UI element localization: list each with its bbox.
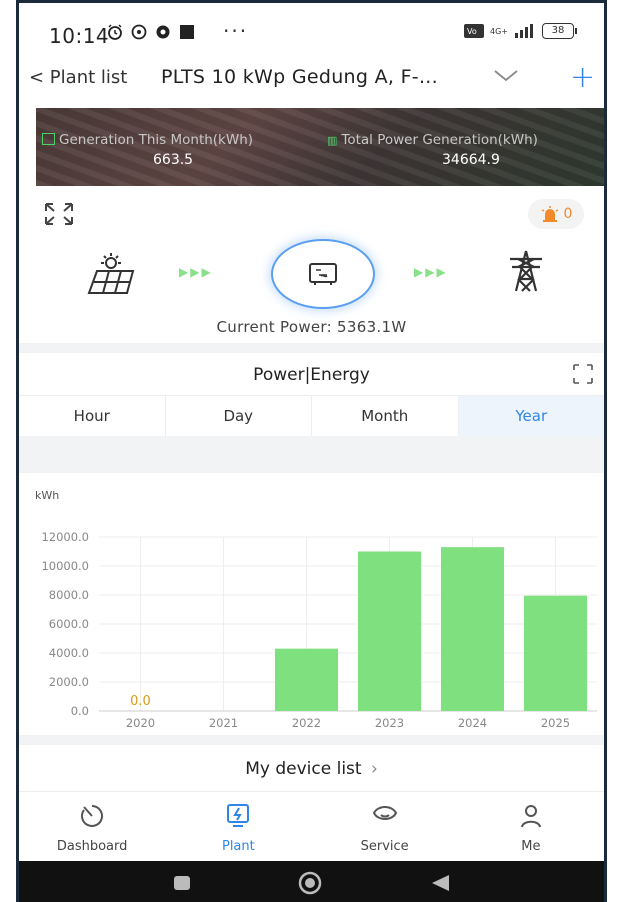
status-time: 10:14 — [49, 24, 110, 48]
right-margin — [607, 0, 621, 902]
phone-screen: 10:14 ··· Vo 4G+ 38 < Plant list PLTS 10… — [16, 0, 607, 902]
back-button[interactable] — [429, 873, 451, 893]
power-grid-tower-icon[interactable] — [504, 249, 548, 293]
bar-2023 — [357, 551, 422, 711]
top-nav: < Plant list PLTS 10 kWp Gedung A, F-...… — [19, 61, 604, 101]
energy-flow: ▶▶▶ ▶▶▶ — [19, 235, 604, 315]
alarm-clock-icon — [108, 24, 122, 40]
recents-button[interactable] — [172, 874, 192, 892]
bottom-tab-bar: Dashboard Plant Service Me — [19, 795, 604, 861]
tab-me-label: Me — [521, 839, 541, 854]
square-notification-icon — [180, 25, 194, 39]
fullscreen-icon[interactable] — [572, 363, 594, 385]
my-device-list-label: My device list — [245, 759, 362, 779]
more-notifications-dots: ··· — [223, 19, 249, 43]
system-navigation-bar — [19, 861, 604, 902]
alarm-count: 0 — [563, 206, 573, 222]
plant-icon — [227, 804, 250, 827]
left-margin — [0, 0, 16, 902]
chevron-right-icon: › — [370, 759, 378, 779]
power-energy-title: Power|Energy — [253, 365, 370, 385]
x-tick-label: 2022 — [292, 716, 321, 730]
tab-service-label: Service — [360, 839, 409, 854]
y-tick-label: 10000.0 — [41, 559, 89, 573]
tab-plant-label: Plant — [221, 839, 255, 854]
battery-charge-icon — [42, 133, 55, 145]
tab-year[interactable]: Year — [458, 396, 604, 436]
inverter-node[interactable] — [271, 239, 375, 309]
alarm-siren-icon — [541, 206, 558, 222]
my-device-list-link[interactable]: My device list › — [19, 759, 604, 779]
data-label: 0.0 — [130, 694, 151, 709]
x-tick-label: 2025 — [541, 716, 570, 730]
tab-dashboard[interactable]: Dashboard — [19, 795, 165, 861]
svg-text:Vo: Vo — [467, 27, 477, 36]
current-power: Current Power: 5363.1W — [216, 318, 407, 336]
tab-me[interactable]: Me — [458, 795, 604, 861]
service-icon — [372, 806, 397, 820]
total-generation-label: Total Power Generation(kWh) — [341, 132, 538, 148]
bar-2025 — [523, 595, 588, 711]
signal-icon — [515, 24, 533, 38]
expand-icon[interactable] — [42, 201, 76, 227]
plant-title[interactable]: PLTS 10 kWp Gedung A, F-... — [161, 66, 438, 88]
y-tick-label: 12000.0 — [41, 530, 89, 544]
period-tabs: Hour Day Month Year — [19, 395, 604, 437]
status-notification-icons — [107, 24, 195, 40]
bar-chart-icon: ▥ — [327, 134, 338, 147]
generation-month-label-wrap: Generation This Month(kWh) — [42, 132, 253, 148]
x-tick-label: 2023 — [375, 716, 404, 730]
whatsapp-icon — [131, 24, 147, 40]
generation-month-value: 663.5 — [153, 152, 194, 168]
separator — [19, 436, 604, 473]
y-tick-label: 6000.0 — [49, 617, 89, 631]
x-tick-label: 2024 — [458, 716, 487, 730]
bar-2024 — [440, 547, 505, 711]
tab-month[interactable]: Month — [312, 396, 459, 436]
tab-service[interactable]: Service — [312, 795, 458, 861]
location-icon — [156, 25, 170, 39]
energy-chart-svg: kWh 0.0 2000.0 4000.0 6000.0 8000.0 10000.0 120… — [35, 489, 597, 730]
separator — [19, 791, 604, 792]
inverter-icon — [309, 263, 337, 285]
separator — [19, 735, 604, 745]
tab-dashboard-label: Dashboard — [56, 839, 128, 854]
x-tick-label: 2021 — [209, 716, 238, 730]
me-icon — [520, 805, 541, 828]
y-axis-unit-label: kWh — [35, 489, 59, 502]
network-type: 4G+ — [490, 26, 508, 36]
add-button[interactable]: + — [570, 63, 595, 93]
plant-summary-banner: Generation This Month(kWh) ▥ Total Power … — [36, 108, 604, 186]
chevron-down-icon[interactable] — [493, 69, 519, 83]
separator — [19, 343, 604, 353]
flow-arrows-left: ▶▶▶ — [179, 265, 213, 279]
x-tick-label: 2020 — [126, 716, 155, 730]
total-generation-value: 34664.9 — [442, 152, 500, 168]
dashboard-icon — [81, 805, 104, 827]
volte-icon: Vo — [464, 24, 484, 38]
generation-month-label: Generation This Month(kWh) — [59, 132, 254, 148]
y-tick-label: 2000.0 — [49, 675, 89, 689]
bar-2022 — [274, 648, 339, 711]
status-system-icons: Vo 4G+ 38 — [464, 23, 577, 39]
status-bar: 10:14 ··· Vo 4G+ 38 — [19, 3, 604, 61]
battery-icon: 38 — [542, 23, 577, 39]
y-tick-label: 4000.0 — [49, 646, 89, 660]
total-generation-label-wrap: ▥ Total Power Generation(kWh) — [327, 132, 538, 148]
energy-chart: kWh 0.0 2000.0 4000.0 6000.0 8000.0 10000.0 120… — [19, 473, 604, 735]
y-tick-label: 8000.0 — [49, 588, 89, 602]
back-to-plant-list[interactable]: < Plant list — [29, 67, 127, 88]
tab-plant[interactable]: Plant — [165, 795, 311, 861]
y-tick-label: 0.0 — [71, 704, 89, 718]
flow-arrows-right: ▶▶▶ — [414, 265, 448, 279]
tab-hour[interactable]: Hour — [19, 396, 166, 436]
alarm-badge[interactable]: 0 — [528, 199, 584, 229]
tab-day[interactable]: Day — [166, 396, 312, 436]
solar-panel-icon[interactable] — [85, 253, 141, 295]
home-button[interactable] — [297, 870, 323, 896]
